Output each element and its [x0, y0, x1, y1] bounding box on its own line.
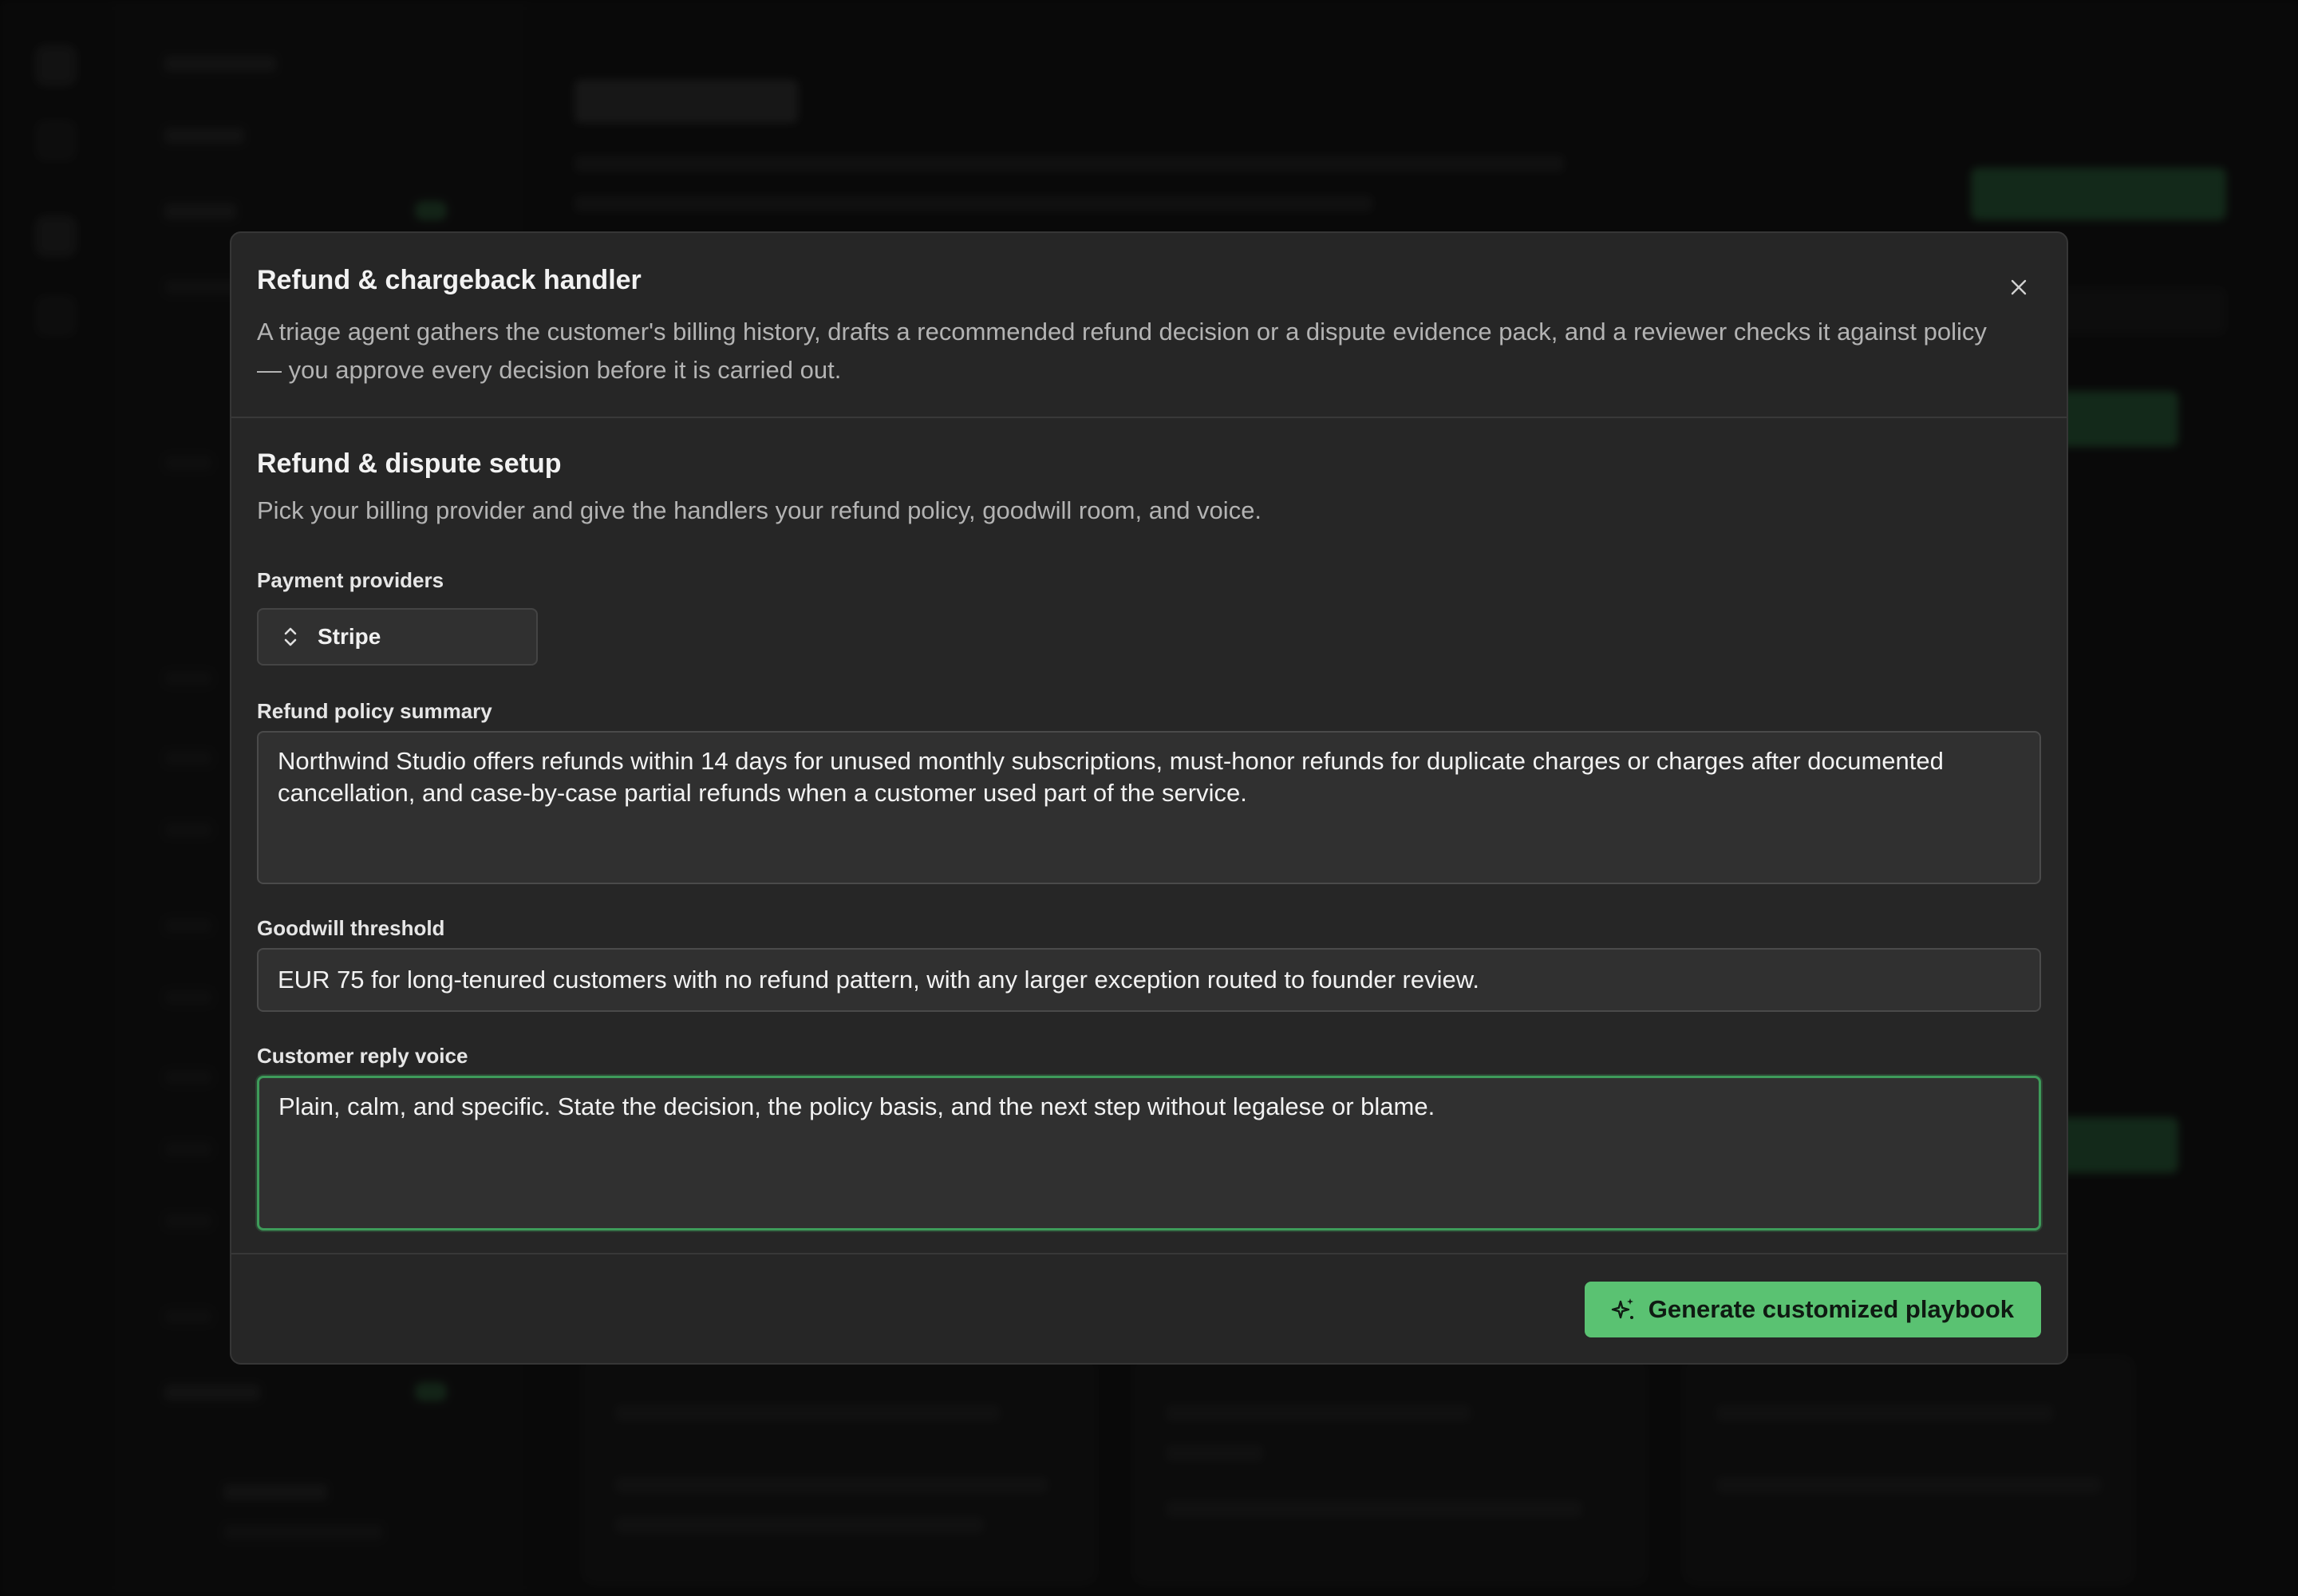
reply-voice-textarea[interactable]: Plain, calm, and specific. State the dec… [257, 1076, 2041, 1231]
reply-voice-label: Customer reply voice [257, 1044, 468, 1068]
refund-policy-textarea[interactable]: Northwind Studio offers refunds within 1… [257, 731, 2041, 884]
setup-description: Pick your billing provider and give the … [257, 496, 1262, 524]
modal-footer: Generate customized playbook [231, 1253, 2067, 1363]
payment-provider-select[interactable]: Stripe [257, 608, 538, 666]
chevron-up-down-icon [279, 625, 302, 649]
modal-header: Refund & chargeback handler A triage age… [231, 233, 2067, 418]
goodwill-threshold-label: Goodwill threshold [257, 916, 445, 940]
modal-description: A triage agent gathers the customer's bi… [257, 318, 1987, 384]
modal-title: Refund & chargeback handler [257, 265, 642, 295]
close-button[interactable] [2003, 271, 2035, 303]
sparkle-icon [1609, 1295, 1637, 1324]
refund-policy-label: Refund policy summary [257, 699, 492, 723]
generate-playbook-button[interactable]: Generate customized playbook [1584, 1282, 2041, 1337]
playbook-modal: Refund & chargeback handler A triage age… [230, 231, 2068, 1365]
payment-provider-value: Stripe [318, 624, 381, 649]
goodwill-threshold-input[interactable]: EUR 75 for long-tenured customers with n… [257, 948, 2041, 1012]
setup-title: Refund & dispute setup [257, 448, 562, 479]
close-icon [2009, 278, 2028, 297]
payment-providers-label: Payment providers [257, 568, 444, 592]
generate-playbook-label: Generate customized playbook [1648, 1295, 2014, 1323]
